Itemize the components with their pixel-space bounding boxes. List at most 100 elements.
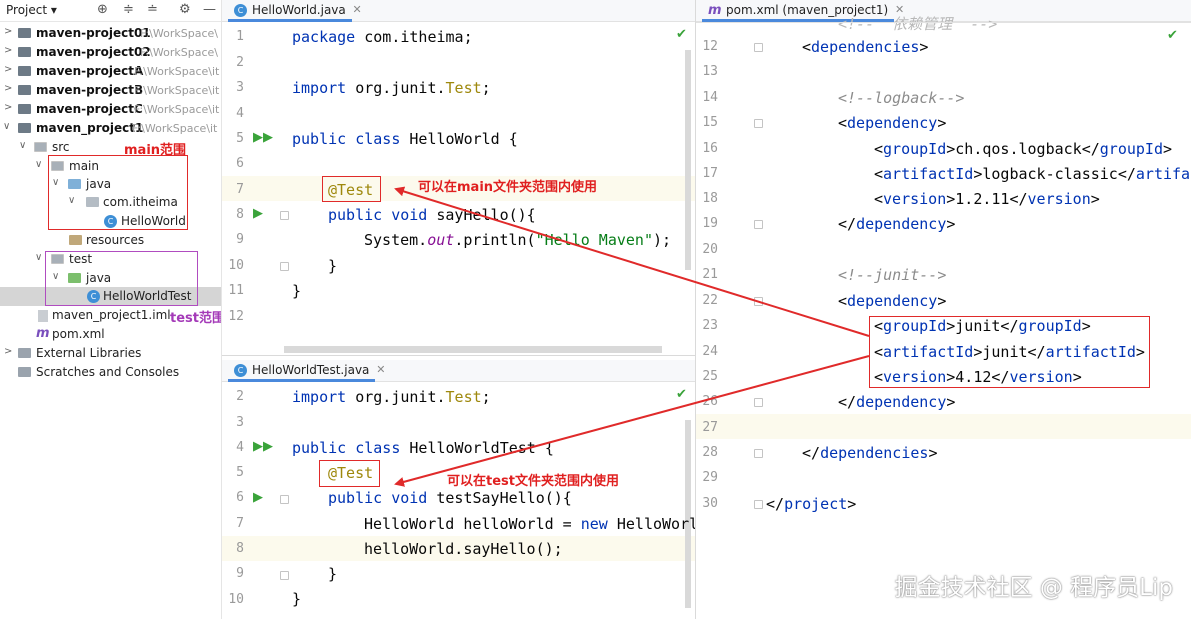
code-line-7[interactable]: HelloWorld helloWorld = new HelloWorl: [364, 515, 695, 533]
xml-line-14[interactable]: <!--logback-->: [838, 89, 964, 107]
fold-icon[interactable]: [280, 571, 289, 580]
line-number: 19: [702, 216, 718, 231]
code-text: helloWorld.sayHello();: [364, 540, 563, 558]
xml-bracket: </: [838, 393, 857, 411]
tree-item-scratches[interactable]: Scratches and Consoles: [0, 363, 221, 382]
xml-line-18[interactable]: <version>1.2.11</version>: [874, 190, 1100, 208]
run-class-icon[interactable]: ▶▶: [253, 130, 273, 145]
fold-icon[interactable]: [754, 449, 763, 458]
close-icon[interactable]: ✕: [353, 3, 362, 16]
horizontal-scrollbar[interactable]: [284, 346, 662, 353]
run-class-icon[interactable]: ▶▶: [253, 439, 273, 454]
chevron-right-icon[interactable]: >: [4, 64, 12, 75]
code-line-10[interactable]: }: [328, 257, 337, 275]
code-line-8[interactable]: public void sayHello(){: [328, 206, 536, 224]
editor-pom[interactable]: m pom.xml (maven_project1) ✕ ✔ <!-- 依赖管理…: [696, 0, 1191, 619]
xml-line-12[interactable]: <dependencies>: [802, 38, 928, 56]
editor-helloworld[interactable]: C HelloWorld.java ✕ ✔ 1 2 3 4 5 6 7 8 9 …: [222, 0, 695, 355]
fold-icon[interactable]: [754, 119, 763, 128]
add-target-icon[interactable]: ⊕: [97, 2, 108, 17]
chevron-down-icon[interactable]: ∨: [35, 159, 42, 170]
fold-icon[interactable]: [754, 500, 763, 509]
editor-split-divider[interactable]: [222, 355, 695, 356]
run-method-icon[interactable]: ▶: [253, 206, 263, 221]
tab-helloworldtest-java[interactable]: C HelloWorldTest.java ✕: [228, 360, 385, 382]
fold-icon[interactable]: [754, 398, 763, 407]
xml-line-30[interactable]: </project>: [766, 495, 856, 513]
tree-item-label: maven-projectA: [36, 64, 144, 78]
code-line-9[interactable]: }: [328, 565, 337, 583]
close-icon[interactable]: ✕: [376, 363, 385, 376]
chevron-down-icon[interactable]: ∨: [35, 252, 42, 263]
xml-line-26[interactable]: </dependency>: [838, 393, 955, 411]
chevron-down-icon[interactable]: ∨: [19, 140, 26, 151]
expand-all-icon[interactable]: ≑: [123, 2, 134, 17]
tree-item-external-libraries[interactable]: > External Libraries: [0, 344, 221, 363]
code-line-10[interactable]: }: [292, 590, 301, 608]
code-line-2[interactable]: import org.junit.Test;: [292, 388, 491, 406]
xml-bracket: </: [838, 215, 857, 233]
fold-icon[interactable]: [754, 220, 763, 229]
xml-text: >1.2.11</: [946, 190, 1028, 208]
gear-icon[interactable]: ⚙: [179, 2, 191, 17]
code-text: }: [292, 282, 302, 300]
xml-line-28[interactable]: </dependencies>: [802, 444, 937, 462]
fold-icon[interactable]: [280, 211, 289, 220]
fold-icon[interactable]: [754, 297, 763, 306]
chevron-right-icon[interactable]: >: [4, 346, 12, 357]
fold-icon[interactable]: [280, 262, 289, 271]
chevron-down-icon[interactable]: ∨: [3, 121, 10, 132]
xml-line-22[interactable]: <dependency>: [838, 292, 946, 310]
tree-item-maven-project01[interactable]: > maven-project01 F:\WorkSpace\: [0, 24, 221, 43]
run-method-icon[interactable]: ▶: [253, 490, 263, 505]
editor-helloworldtest[interactable]: C HelloWorldTest.java ✕ ✔ 2 3 4 5 6 7 8 …: [222, 360, 695, 619]
tree-item-maven-projectC[interactable]: > maven-projectC F:\WorkSpace\it: [0, 100, 221, 119]
tree-item-path: F:\WorkSpace\: [140, 27, 218, 40]
tree-item-resources[interactable]: resources: [0, 231, 221, 250]
fold-icon[interactable]: [280, 495, 289, 504]
code-text: }: [328, 565, 338, 583]
tab-helloworld-java[interactable]: C HelloWorld.java ✕: [228, 0, 362, 22]
editor-tabbar: C HelloWorldTest.java ✕: [222, 360, 695, 382]
minimize-icon[interactable]: —: [203, 2, 216, 17]
code-line-6[interactable]: public void testSayHello(){: [328, 489, 572, 507]
code-line-11[interactable]: }: [292, 282, 301, 300]
xml-line-19[interactable]: </dependency>: [838, 215, 955, 233]
keyword: public class: [292, 130, 401, 148]
line-number: 12: [228, 309, 244, 324]
code-line-1[interactable]: package com.itheima;: [292, 28, 473, 46]
chevron-right-icon[interactable]: >: [4, 45, 12, 56]
libraries-icon: [18, 348, 31, 358]
xml-line-15[interactable]: <dependency>: [838, 114, 946, 132]
code-line-4[interactable]: public class HelloWorldTest {: [292, 439, 554, 457]
tree-item-maven_project1[interactable]: ∨ maven_project1 F:\WorkSpace\it: [0, 119, 221, 138]
code-text: );: [653, 231, 672, 249]
xml-line-16[interactable]: <groupId>ch.qos.logback</groupId>: [874, 140, 1172, 158]
chevron-right-icon[interactable]: >: [4, 26, 12, 37]
code-line-3[interactable]: import org.junit.Test;: [292, 79, 491, 97]
xml-line-21[interactable]: <!--junit-->: [838, 266, 946, 284]
fold-icon[interactable]: [754, 43, 763, 52]
module-icon: [18, 28, 31, 38]
collapse-all-icon[interactable]: ≐: [147, 2, 158, 17]
chevron-right-icon[interactable]: >: [4, 102, 12, 113]
tree-item-maven-projectB[interactable]: > maven-projectB F:\WorkSpace\it: [0, 81, 221, 100]
code-line-9[interactable]: System.out.println("Hello Maven");: [364, 231, 671, 249]
code-line-8[interactable]: helloWorld.sayHello();: [364, 540, 563, 558]
code-line-5[interactable]: public class HelloWorld {: [292, 130, 518, 148]
chevron-right-icon[interactable]: >: [4, 83, 12, 94]
code-text: org.junit.: [346, 79, 446, 97]
xml-line-17[interactable]: <artifactId>logback-classic</artifa: [874, 165, 1190, 183]
line-number: 12: [702, 39, 718, 54]
vertical-scrollbar[interactable]: [685, 50, 691, 270]
tree-item-maven-projectA[interactable]: > maven-projectA F:\WorkSpace\it: [0, 62, 221, 81]
tree-item-maven-project02[interactable]: > maven-project02 F:\WorkSpace\: [0, 43, 221, 62]
module-icon: [18, 66, 31, 76]
xml-bracket: >: [1163, 140, 1173, 158]
resources-folder-icon: [69, 235, 82, 245]
line-number: 14: [702, 90, 718, 105]
project-view-selector[interactable]: Project ▾: [6, 3, 57, 17]
xml-bracket: >: [946, 215, 956, 233]
tree-item-pom[interactable]: m pom.xml: [0, 325, 221, 344]
vertical-scrollbar[interactable]: [685, 420, 691, 608]
